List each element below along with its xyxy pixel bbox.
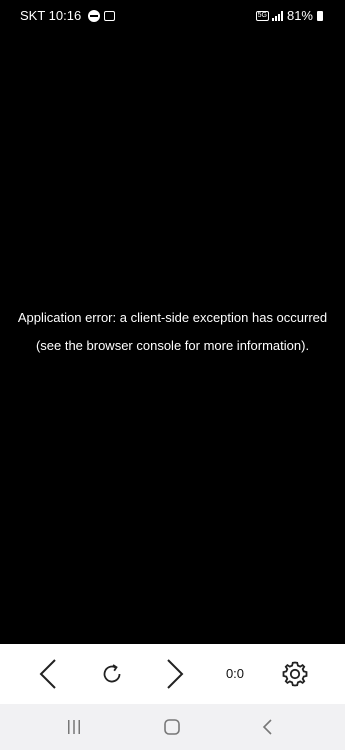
recents-button[interactable] — [62, 715, 86, 739]
chevron-left-icon — [39, 659, 56, 689]
battery-icon — [317, 10, 323, 21]
settings-button[interactable] — [279, 658, 311, 690]
carrier-time: SKT 10:16 — [20, 8, 82, 23]
gear-icon — [282, 661, 308, 687]
do-not-disturb-icon — [88, 9, 101, 22]
status-bar: SKT 10:16 5G 81% — [0, 0, 345, 32]
screen: SKT 10:16 5G 81% Application error: a cl… — [0, 0, 345, 750]
recents-icon — [68, 720, 80, 734]
tab-counter[interactable]: 0:0 — [220, 666, 250, 681]
status-right: 5G 81% — [255, 8, 323, 23]
error-line-1: Application error: a client-side excepti… — [17, 310, 328, 325]
system-nav-bar — [0, 704, 345, 750]
reload-button[interactable] — [96, 658, 128, 690]
home-button[interactable] — [160, 715, 184, 739]
back-button[interactable] — [32, 658, 64, 690]
error-line-2: (see the browser console for more inform… — [35, 338, 310, 353]
error-message: Application error: a client-side excepti… — [0, 304, 345, 360]
battery-percent: 81% — [286, 8, 313, 23]
forward-button[interactable] — [159, 658, 191, 690]
back-icon — [262, 719, 272, 735]
network-badge: 5G — [255, 10, 269, 21]
home-icon — [164, 719, 180, 735]
browser-toolbar: 0:0 — [0, 644, 345, 704]
status-left: SKT 10:16 — [20, 8, 116, 23]
reload-icon — [103, 664, 121, 683]
gallery-icon — [104, 10, 116, 21]
signal-icon — [271, 10, 283, 21]
system-back-button[interactable] — [256, 715, 280, 739]
chevron-right-icon — [167, 659, 184, 689]
